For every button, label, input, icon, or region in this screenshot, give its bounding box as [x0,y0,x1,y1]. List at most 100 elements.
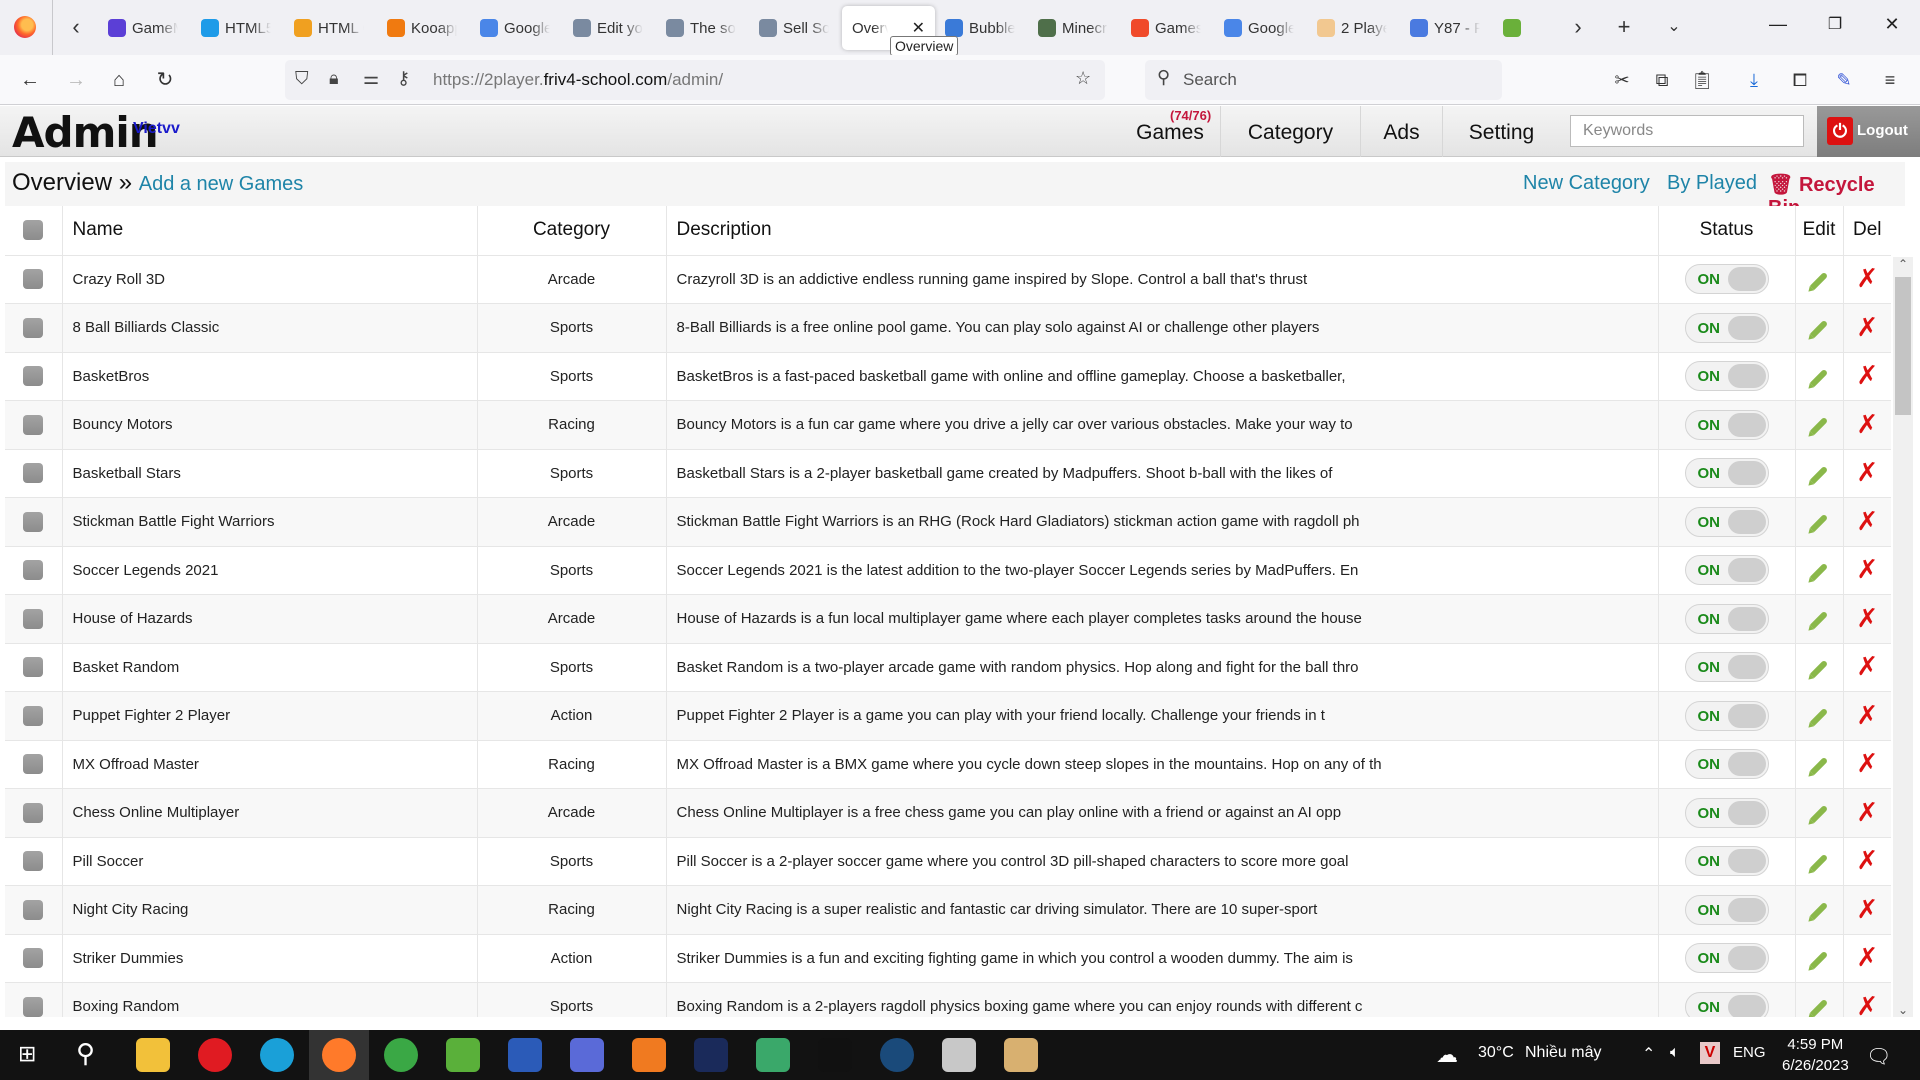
edit-pencil-icon[interactable] [1809,999,1829,1017]
status-toggle[interactable]: ON [1684,749,1769,780]
show-hidden-icons[interactable]: ⌃ [1642,1044,1655,1064]
weather-cloud-icon[interactable]: ☁ [1436,1042,1458,1068]
status-toggle[interactable]: ON [1684,943,1769,974]
tiktok-taskbar-icon[interactable] [818,1038,852,1072]
status-toggle[interactable]: ON [1684,991,1769,1017]
keywords-input[interactable] [1570,115,1804,147]
forward-button[interactable]: → [63,67,89,93]
edit-pencil-icon[interactable] [1809,805,1829,824]
row-checkbox[interactable] [23,463,44,484]
delete-x-icon[interactable]: ✗ [1856,992,1878,1017]
opera-taskbar-icon[interactable] [198,1038,232,1072]
back-button[interactable]: ← [17,67,43,93]
paste-icon[interactable]: 📋︎ [1689,67,1715,93]
restore-button[interactable]: ❐ [1820,14,1850,40]
edit-pencil-icon[interactable] [1809,708,1829,727]
roblox-taskbar-icon[interactable] [942,1038,976,1072]
new-tab-button[interactable]: + [1612,14,1636,40]
browser-tab[interactable]: 2 Player [1307,6,1400,50]
home-button[interactable]: ⌂ [106,67,132,93]
row-checkbox[interactable] [23,705,44,726]
scroll-down-arrow[interactable]: ⌄ [1895,1003,1911,1017]
edit-pencil-icon[interactable] [1809,368,1829,387]
copy-icon[interactable]: ⧉ [1649,67,1675,93]
windows-start-icon[interactable]: ⊞ [18,1041,36,1067]
menu-ads[interactable]: Ads [1360,106,1442,157]
row-checkbox[interactable] [23,511,44,532]
edit-pencil-icon[interactable] [1809,853,1829,872]
search-bar[interactable]: ⚲ Search [1145,60,1502,100]
browser-tab[interactable]: The source [656,6,749,50]
scroll-tabs-right-button[interactable]: › [1566,14,1590,40]
delete-x-icon[interactable]: ✗ [1856,555,1878,585]
row-checkbox[interactable] [23,269,44,290]
status-toggle[interactable]: ON [1684,846,1769,877]
browser-tab[interactable]: Sell Source [749,6,842,50]
edit-pencil-icon[interactable] [1809,562,1829,581]
eyedropper-icon[interactable]: ✎ [1831,67,1857,93]
browser-tab[interactable]: Google Translate [1214,6,1307,50]
edit-pencil-icon[interactable] [1809,417,1829,436]
add-new-game-link[interactable]: Add a new Games [139,173,304,195]
delete-x-icon[interactable]: ✗ [1856,410,1878,440]
row-checkbox[interactable] [23,317,44,338]
browser-tab[interactable]: HTML Games [284,6,377,50]
close-window-button[interactable]: ✕ [1877,14,1907,40]
status-toggle[interactable]: ON [1684,555,1769,586]
edit-pencil-icon[interactable] [1809,659,1829,678]
row-checkbox[interactable] [23,851,44,872]
row-checkbox[interactable] [23,802,44,823]
xampp-taskbar-icon[interactable] [632,1038,666,1072]
clock[interactable]: 4:59 PM 6/26/2023 [1782,1034,1849,1076]
edit-pencil-icon[interactable] [1809,271,1829,290]
select-all-checkbox[interactable] [23,220,44,241]
row-checkbox[interactable] [23,560,44,581]
row-checkbox[interactable] [23,754,44,775]
menu-category[interactable]: Category [1220,106,1360,157]
status-toggle[interactable]: ON [1684,458,1769,489]
browser-tab[interactable]: Y87 - Free [1400,6,1493,50]
weather-description[interactable]: Nhiều mây [1525,1044,1601,1062]
lock-icon[interactable]: 🔒︎ [329,68,339,89]
list-all-tabs-button[interactable]: ⌄ [1662,14,1686,40]
delete-x-icon[interactable]: ✗ [1856,361,1878,391]
header-name[interactable]: Name [62,206,478,256]
bookmark-star-icon[interactable]: ☆ [1075,68,1091,89]
status-toggle[interactable]: ON [1684,361,1769,392]
firefox-logo-icon[interactable] [14,16,36,38]
edit-pencil-icon[interactable] [1809,902,1829,921]
delete-x-icon[interactable]: ✗ [1856,798,1878,828]
downloads-icon[interactable]: ⤓ [1741,67,1767,93]
row-checkbox[interactable] [23,414,44,435]
coc-coc-taskbar-icon[interactable] [446,1038,480,1072]
volume-icon[interactable]: 🔈︎ [1670,1044,1680,1062]
table-scrollbar[interactable]: ⌃ ⌄ [1893,257,1913,1017]
delete-x-icon[interactable]: ✗ [1856,507,1878,537]
status-toggle[interactable]: ON [1684,700,1769,731]
row-checkbox[interactable] [23,996,44,1017]
copilot-taskbar-icon[interactable] [570,1038,604,1072]
delete-x-icon[interactable]: ✗ [1856,846,1878,876]
delete-x-icon[interactable]: ✗ [1856,264,1878,294]
status-toggle[interactable]: ON [1684,603,1769,634]
delete-x-icon[interactable]: ✗ [1856,749,1878,779]
edit-pencil-icon[interactable] [1809,465,1829,484]
paint-taskbar-icon[interactable] [1004,1038,1038,1072]
row-checkbox[interactable] [23,657,44,678]
browser-tab[interactable]: GameMonetize [98,6,191,50]
chrome-taskbar-icon[interactable] [384,1038,418,1072]
delete-x-icon[interactable]: ✗ [1856,604,1878,634]
url-bar[interactable]: ⛉ 🔒︎ ⚌ ⚷ https://2player.friv4-school.co… [285,60,1105,100]
key-icon[interactable]: ⚷ [397,68,410,89]
new-category-link[interactable]: New Category [1523,172,1650,195]
photoshop-taskbar-icon[interactable] [694,1038,728,1072]
delete-x-icon[interactable]: ✗ [1856,458,1878,488]
delete-x-icon[interactable]: ✗ [1856,701,1878,731]
status-toggle[interactable]: ON [1684,312,1769,343]
edge-taskbar-icon[interactable] [260,1038,294,1072]
reload-button[interactable]: ↻ [152,67,178,93]
row-checkbox[interactable] [23,608,44,629]
browser-tab[interactable]: Minecraft [1028,6,1121,50]
menu-games[interactable]: Games [1120,106,1220,157]
permissions-icon[interactable]: ⚌ [363,68,379,89]
